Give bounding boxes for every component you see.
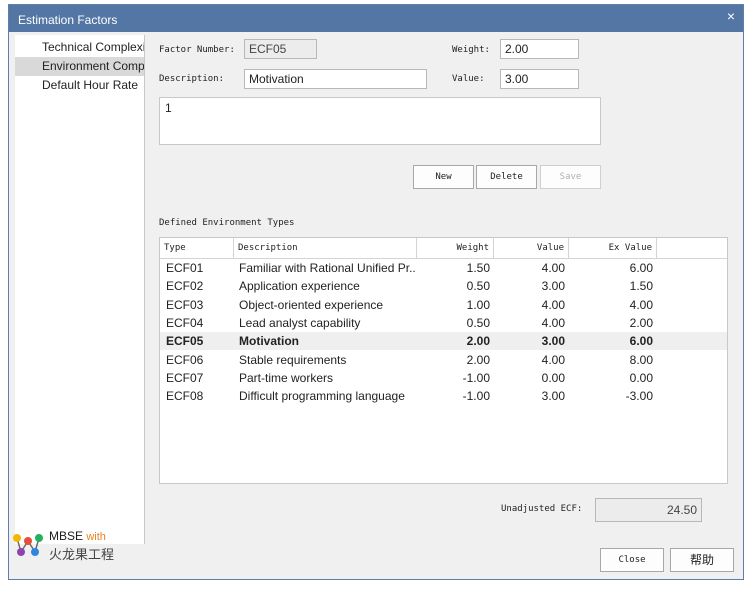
cell-ex-value: 6.00 [629,334,653,349]
delete-button[interactable]: Delete [476,165,537,189]
cell-ex-value: 2.00 [629,315,653,330]
table-row[interactable]: ECF07 Part-time workers -1.00 0.00 0.00 [160,369,727,387]
table-row[interactable]: ECF02 Application experience 0.50 3.00 1.50 [160,277,727,295]
weight-field[interactable]: 2.00 [500,39,579,59]
cell-description: Motivation [239,334,299,349]
weight-label: Weight: [452,45,490,55]
save-button[interactable]: Save [540,165,601,189]
title-bar: Estimation Factors × [9,5,743,32]
column-header-weight[interactable]: Weight [417,238,494,258]
cell-ex-value: 4.00 [629,297,653,312]
close-button[interactable]: Close [600,548,664,572]
unadjusted-ecf-label: Unadjusted ECF: [501,504,583,514]
factor-number-field: ECF05 [244,39,317,59]
cell-weight: 2.00 [466,334,490,349]
cell-value: 4.00 [541,261,565,275]
column-header-ex-value[interactable]: Ex Value [569,238,657,258]
cell-weight: 1.00 [466,297,490,312]
cell-type: ECF04 [166,315,204,330]
cell-type: ECF07 [166,370,204,385]
molecule-logo-icon [13,534,43,556]
factor-category-list: Technical Complexity Environment Complex… [15,35,145,544]
dialog-client-area: Technical Complexity Environment Complex… [9,32,743,579]
cell-type: ECF06 [166,352,204,367]
new-button[interactable]: New [413,165,474,189]
nav-item-technical-complexity[interactable]: Technical Complexity [15,38,144,57]
cell-description: Difficult programming language [239,389,405,404]
column-header-type[interactable]: Type [160,238,234,258]
cell-ex-value: 0.00 [629,370,653,385]
cell-weight: 1.50 [466,261,490,275]
column-header-description[interactable]: Description [234,238,417,258]
cell-description: Application experience [239,279,360,294]
table-row[interactable]: ECF01 Familiar with Rational Unified Pr..… [160,259,727,277]
cell-weight: 2.00 [466,352,490,367]
cell-description: Object-oriented experience [239,297,384,312]
close-window-icon[interactable]: × [727,8,735,24]
cell-type: ECF03 [166,297,204,312]
nav-item-environment-complexity[interactable]: Environment Complexity [15,57,144,76]
table-row[interactable]: ECF03 Object-oriented experience 1.00 4.00 4… [160,296,727,314]
cell-value: 3.00 [541,389,565,404]
cell-weight: 0.50 [466,315,490,330]
cell-value: 0.00 [541,370,565,385]
cell-value: 3.00 [541,279,565,294]
cell-weight: 0.50 [466,279,490,294]
value-label: Value: [452,74,485,84]
cell-ex-value: 6.00 [629,261,653,275]
cell-ex-value: -3.00 [625,389,653,404]
table-row[interactable]: ECF06 Stable requirements 2.00 4.00 8.00 [160,351,727,369]
mbse-logo: MBSE with 火龙果工程 [9,527,144,577]
window-title: Estimation Factors [18,13,118,27]
cell-value: 4.00 [541,297,565,312]
value-field[interactable]: 3.00 [500,69,579,89]
nav-item-label: Default Hour Rate [42,78,139,92]
table-header: Type Description Weight Value Ex Value [160,238,727,259]
cell-type: ECF05 [166,334,204,349]
cell-value: 3.00 [541,334,565,349]
notes-textarea[interactable]: 1 [159,97,601,145]
nav-item-label: Technical Complexity [42,40,144,54]
nav-item-label: Environment Complexity [42,59,144,73]
description-field[interactable]: Motivation [244,69,427,89]
table-row[interactable]: ECF04 Lead analyst capability 0.50 4.00 2.00 [160,314,727,332]
cell-description: Lead analyst capability [239,315,361,330]
cell-weight: -1.00 [462,370,490,385]
cell-type: ECF02 [166,279,204,294]
environment-types-table: Type Description Weight Value Ex Value E… [159,237,728,484]
table-title: Defined Environment Types [159,218,295,228]
estimation-factors-window: Estimation Factors × Technical Complexit… [8,4,744,580]
factor-number-label: Factor Number: [159,45,235,55]
table-row[interactable]: ECF08 Difficult programming language -1.00… [160,387,727,405]
help-button[interactable]: 帮助 [670,548,734,572]
description-label: Description: [159,74,225,84]
logo-text: MBSE with [49,529,106,543]
cell-value: 4.00 [541,352,565,367]
table-row[interactable]: ECF05 Motivation 2.00 3.00 6.00 [160,332,727,351]
cell-ex-value: 1.50 [629,279,653,294]
cell-ex-value: 8.00 [629,352,653,367]
cell-description: Part-time workers [239,370,334,385]
cell-value: 4.00 [541,315,565,330]
cell-description: Familiar with Rational Unified Pr... [239,261,415,275]
cell-weight: -1.00 [462,389,490,404]
nav-item-default-hour-rate[interactable]: Default Hour Rate [15,76,144,95]
cell-type: ECF01 [166,261,204,275]
column-header-value[interactable]: Value [494,238,569,258]
cell-description: Stable requirements [239,352,347,367]
unadjusted-ecf-field: 24.50 [595,498,702,522]
cell-type: ECF08 [166,389,204,404]
logo-subtitle: 火龙果工程 [49,547,115,562]
